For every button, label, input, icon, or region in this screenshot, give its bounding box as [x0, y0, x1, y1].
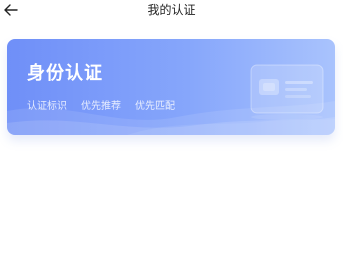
tag-priority-match: 优先匹配 — [135, 101, 175, 112]
id-card-icon — [250, 64, 324, 120]
page-title: 我的认证 — [147, 3, 196, 17]
tag-certification-mark: 认证标识 — [27, 101, 67, 112]
arrow-left-icon — [4, 4, 18, 16]
my-certification-page: 我的认证 身份认证 认证标识 优先推荐 优先匹配 — [0, 0, 343, 255]
tag-priority-recommend: 优先推荐 — [81, 101, 121, 112]
card-title: 身份认证 — [27, 63, 103, 84]
card-tag-list: 认证标识 优先推荐 优先匹配 — [27, 97, 175, 112]
identity-certification-card[interactable]: 身份认证 认证标识 优先推荐 优先匹配 — [7, 39, 335, 135]
back-button[interactable] — [2, 1, 20, 19]
navigation-bar: 我的认证 — [0, 0, 343, 24]
